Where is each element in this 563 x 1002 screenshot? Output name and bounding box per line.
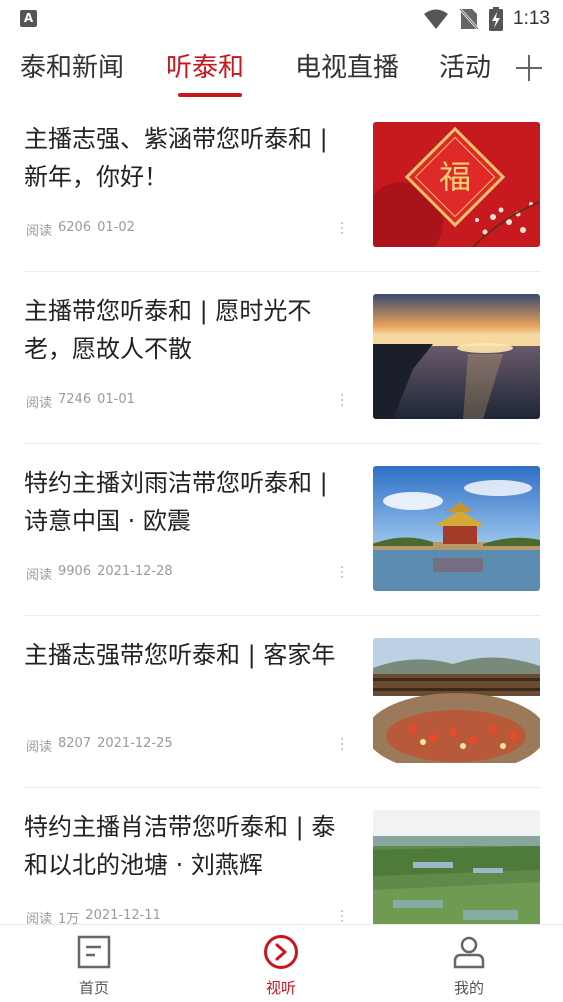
article-date: 2021-12-25: [97, 736, 173, 751]
wifi-icon: [424, 9, 449, 29]
article-item[interactable]: 主播志强、紫涵带您听泰和 | 新年，你好！ 阅读 6206 01-02 福: [0, 100, 563, 272]
tab-tv-live[interactable]: 电视直播: [295, 48, 399, 88]
read-count-label: 阅读: [26, 396, 53, 411]
tab-listen-taihe[interactable]: 听泰和: [166, 48, 244, 88]
article-thumbnail[interactable]: 福: [373, 122, 540, 247]
tab-taihe-news[interactable]: 泰和新闻: [20, 48, 124, 88]
status-icons: 1:13: [423, 6, 550, 32]
notification-app-icon: A: [20, 10, 37, 27]
bottom-navigation: 首页 视听 我的: [0, 924, 563, 1002]
article-date: 01-01: [97, 392, 135, 407]
article-title[interactable]: 特约主播肖洁带您听泰和 | 泰和以北的池塘 · 刘燕辉: [24, 808, 354, 884]
user-icon: [453, 936, 485, 969]
read-count: 1万: [58, 912, 80, 924]
add-channel-button[interactable]: [514, 53, 544, 83]
article-thumbnail[interactable]: [373, 810, 540, 924]
nav-media-label: 视听: [265, 979, 296, 997]
svg-text:福: 福: [439, 158, 471, 196]
article-title[interactable]: 主播志强、紫涵带您听泰和 | 新年，你好！: [24, 120, 354, 196]
battery-charging-icon: [489, 7, 504, 31]
nav-profile-label: 我的: [453, 979, 484, 997]
article-date: 2021-12-11: [85, 908, 161, 923]
read-count: 6206: [58, 220, 92, 235]
read-count-label: 阅读: [26, 568, 53, 583]
article-meta: 阅读 9906 2021-12-28: [26, 564, 173, 583]
active-tab-indicator: [178, 93, 242, 97]
read-count-label: 阅读: [26, 224, 53, 239]
article-meta: 阅读 7246 01-01: [26, 392, 135, 411]
nav-media[interactable]: 视听: [221, 925, 341, 1002]
no-sim-icon: [459, 8, 479, 30]
read-count: 8207: [58, 736, 92, 751]
nav-home[interactable]: 首页: [34, 925, 154, 1002]
article-title[interactable]: 主播带您听泰和 | 愿时光不老，愿故人不散: [24, 292, 354, 368]
article-meta: 阅读 8207 2021-12-25: [26, 736, 173, 755]
read-count: 7246: [58, 392, 92, 407]
article-item[interactable]: 主播志强带您听泰和 | 客家年 阅读 8207 2021-12-25: [0, 616, 563, 788]
nav-profile[interactable]: 我的: [409, 925, 529, 1002]
article-date: 2021-12-28: [97, 564, 173, 579]
article-item[interactable]: 主播带您听泰和 | 愿时光不老，愿故人不散 阅读 7246 01-01: [0, 272, 563, 444]
read-count-label: 阅读: [26, 740, 53, 755]
read-count: 9906: [58, 564, 92, 579]
more-options-icon[interactable]: [338, 390, 346, 410]
article-list[interactable]: 主播志强、紫涵带您听泰和 | 新年，你好！ 阅读 6206 01-02 福 主播…: [0, 100, 563, 924]
clock: 1:13: [513, 8, 550, 29]
tab-activities[interactable]: 活动: [439, 48, 491, 88]
article-date: 01-02: [97, 220, 135, 235]
more-options-icon[interactable]: [338, 734, 346, 754]
article-meta: 阅读 6206 01-02: [26, 220, 135, 239]
article-thumbnail[interactable]: [373, 466, 540, 591]
article-thumbnail[interactable]: [373, 638, 540, 763]
article-title[interactable]: 特约主播刘雨洁带您听泰和 | 诗意中国 · 欧震: [24, 464, 354, 540]
more-options-icon[interactable]: [338, 906, 346, 924]
channel-tab-bar: 泰和新闻 听泰和 电视直播 活动: [0, 38, 563, 100]
document-icon: [77, 935, 111, 969]
status-bar: A 1:13: [0, 0, 563, 38]
article-thumbnail[interactable]: [373, 294, 540, 419]
article-title[interactable]: 主播志强带您听泰和 | 客家年: [24, 636, 354, 674]
nav-home-label: 首页: [78, 979, 109, 997]
article-meta: 阅读 1万 2021-12-11: [26, 908, 161, 924]
more-options-icon[interactable]: [338, 562, 346, 582]
article-item[interactable]: 特约主播肖洁带您听泰和 | 泰和以北的池塘 · 刘燕辉 阅读 1万 2021-1…: [0, 788, 563, 924]
more-options-icon[interactable]: [338, 218, 346, 238]
play-circle-icon: [264, 935, 298, 969]
read-count-label: 阅读: [26, 912, 53, 924]
article-item[interactable]: 特约主播刘雨洁带您听泰和 | 诗意中国 · 欧震 阅读 9906 2021-12…: [0, 444, 563, 616]
